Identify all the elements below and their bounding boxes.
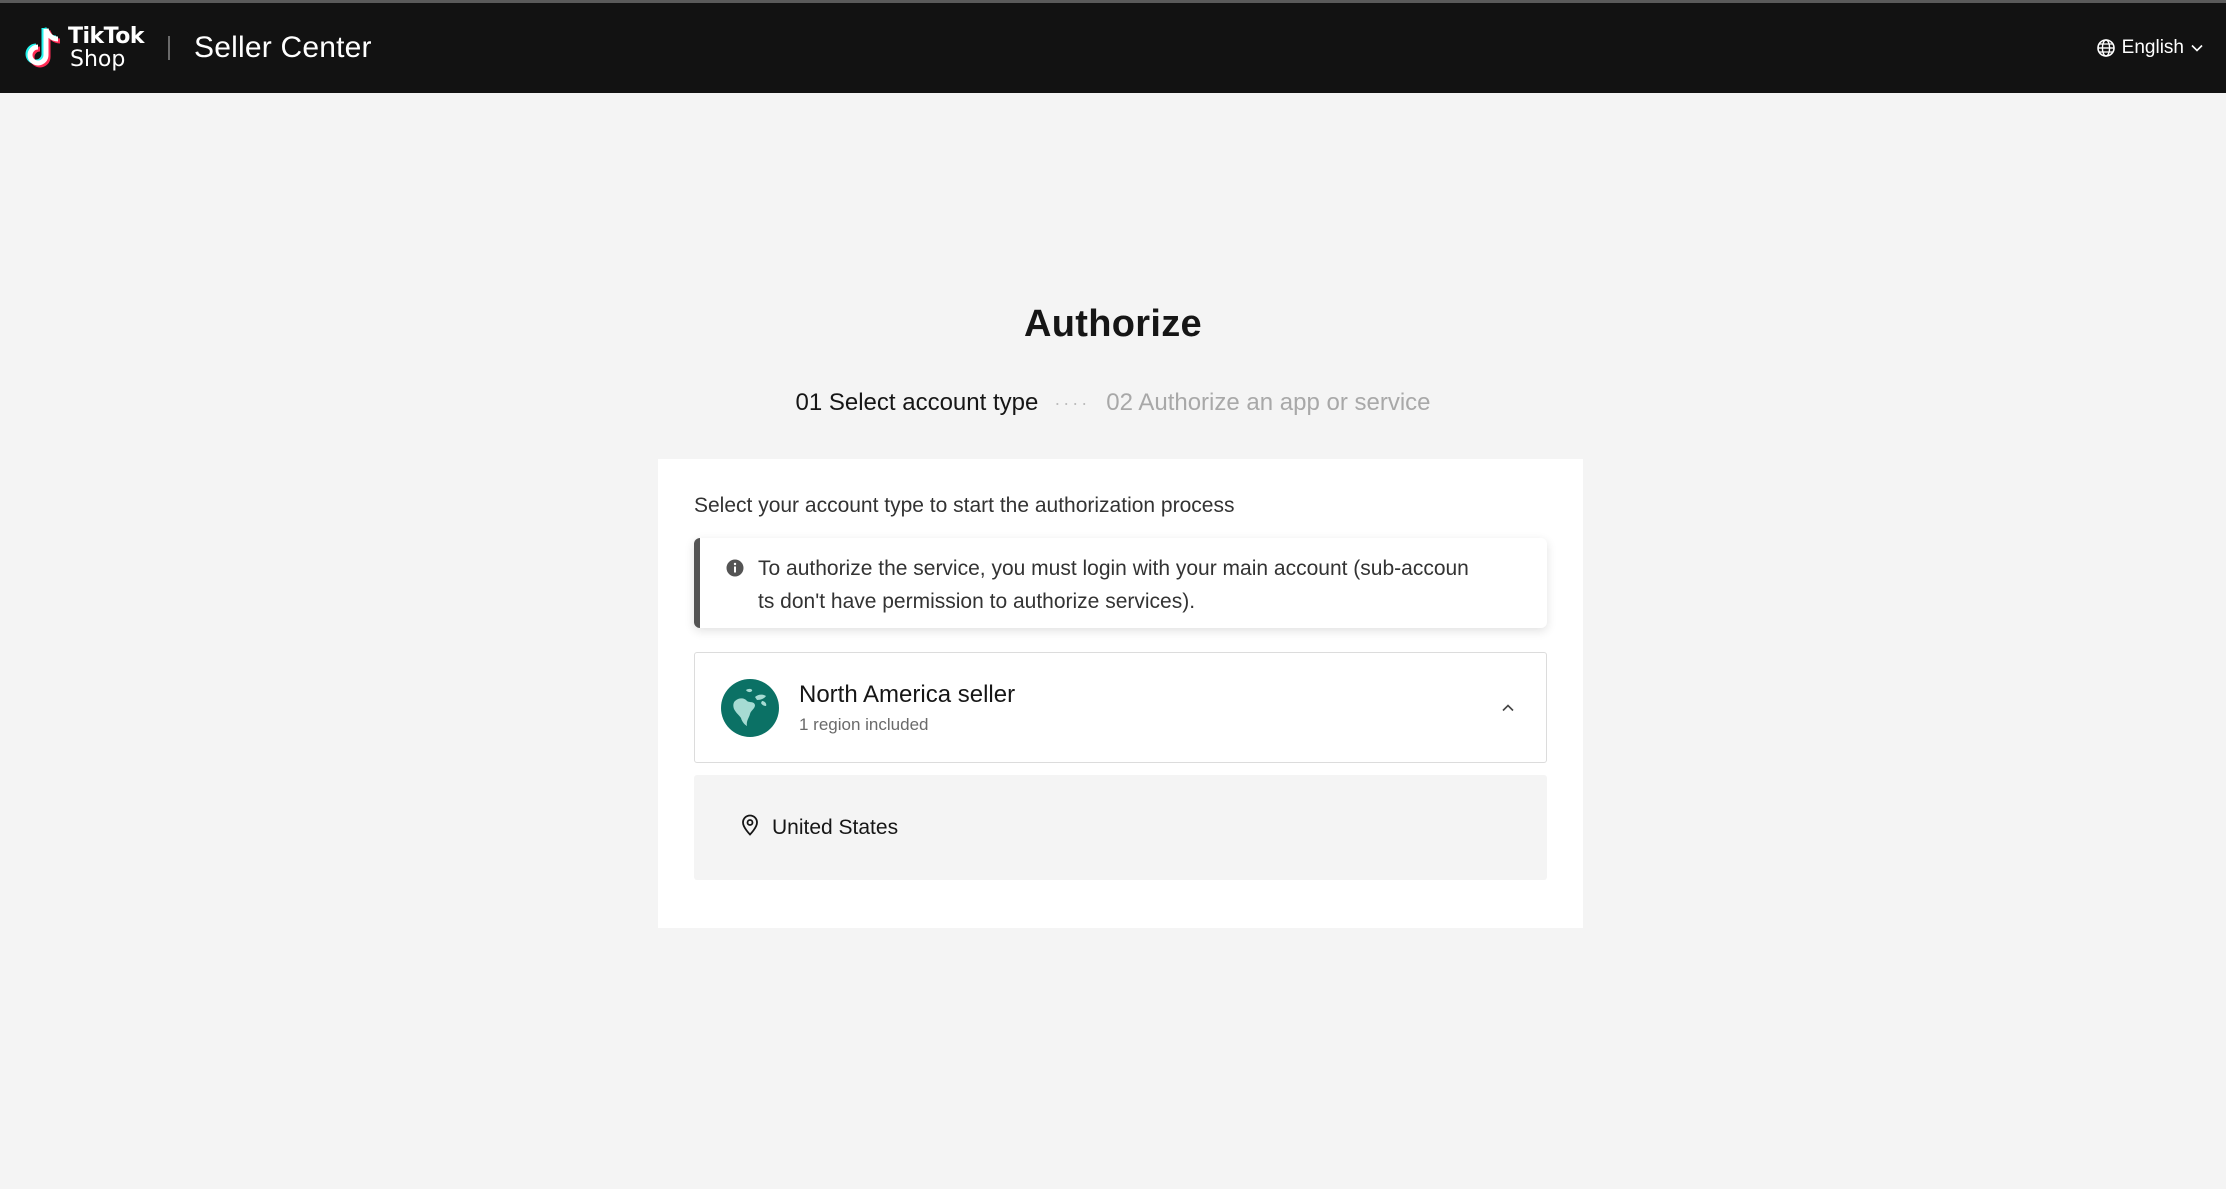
logo-line-tiktok: TikTok	[68, 23, 145, 49]
north-america-globe-icon	[721, 678, 779, 737]
info-icon	[726, 559, 744, 582]
step-2: 02 Authorize an app or service	[1106, 389, 1431, 416]
language-selector[interactable]: English	[2096, 37, 2204, 59]
account-type-meta: 1 region included	[799, 714, 929, 734]
globe-icon	[2096, 38, 2116, 58]
logo-line-shop: Shop	[70, 46, 126, 72]
page-title: Authorize	[1024, 303, 1202, 345]
account-type-info: North America seller 1 region included	[799, 681, 1496, 735]
top-nav: TikTok Shop Seller Center English	[0, 3, 2226, 93]
chevron-down-icon	[2190, 41, 2204, 55]
account-type-north-america[interactable]: North America seller 1 region included	[694, 652, 1547, 763]
tiktok-shop-logo[interactable]: TikTok Shop	[22, 18, 145, 78]
step-1: 01 Select account type	[795, 389, 1039, 416]
stepper: 01 Select account type ···· 02 Authorize…	[0, 389, 2226, 417]
logo-wordmark: TikTok Shop	[68, 23, 145, 72]
notice-text: To authorize the service, you must login…	[758, 552, 1469, 618]
account-type-name: North America seller	[799, 680, 1016, 708]
main-account-notice: To authorize the service, you must login…	[694, 538, 1547, 628]
step-separator: ····	[1054, 392, 1091, 413]
header-divider	[168, 36, 171, 60]
language-label: English	[2121, 37, 2184, 58]
notice-line-2: ts don't have permission to authorize se…	[758, 590, 1196, 613]
account-type-card: Select your account type to start the au…	[658, 459, 1583, 928]
location-pin-icon	[740, 814, 760, 841]
tiktok-note-icon	[22, 23, 66, 73]
notice-line-1: To authorize the service, you must login…	[758, 557, 1469, 580]
region-item-united-states[interactable]: United States	[694, 775, 1547, 880]
brand: TikTok Shop Seller Center	[22, 18, 372, 78]
region-name: United States	[772, 815, 899, 839]
chevron-up-icon[interactable]	[1496, 696, 1520, 720]
app-title: Seller Center	[194, 31, 372, 64]
card-subtitle: Select your account type to start the au…	[694, 494, 1235, 517]
